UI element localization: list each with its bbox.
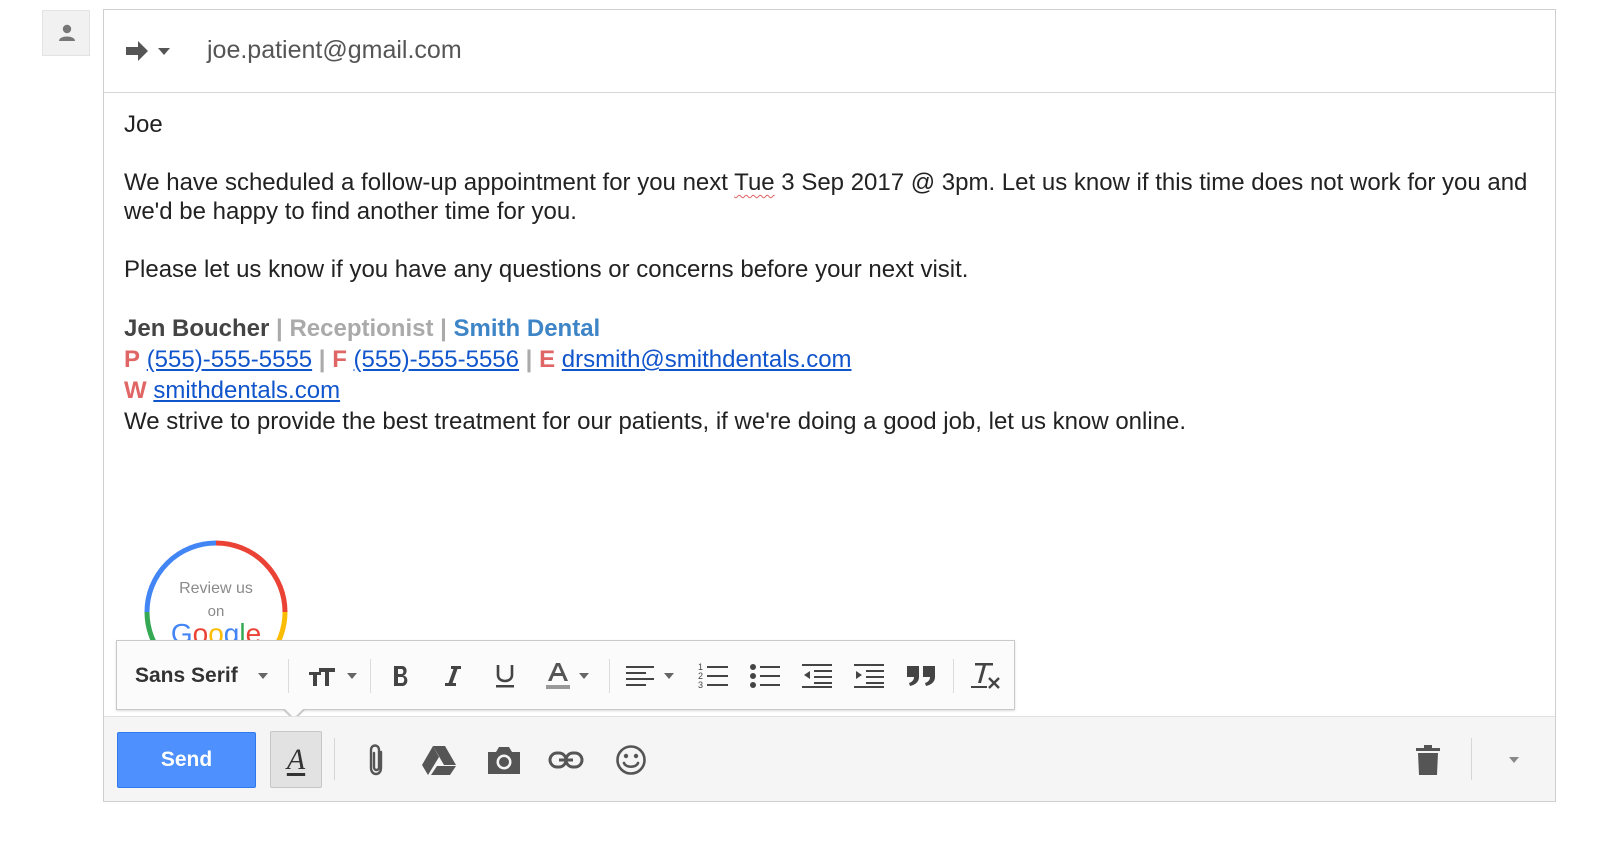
bulleted-list-button[interactable] — [743, 641, 787, 711]
underline-button[interactable] — [485, 641, 525, 711]
email-link[interactable]: drsmith@smithdentals.com — [562, 346, 852, 373]
divider — [370, 659, 371, 693]
text-size-button[interactable] — [297, 641, 367, 711]
numbered-list-button[interactable]: 123 — [691, 641, 735, 711]
text-color-button[interactable] — [537, 641, 597, 711]
chevron-down-icon — [664, 673, 674, 679]
chevron-down-icon — [579, 673, 589, 679]
phone-key: P — [124, 346, 141, 373]
bold-icon — [394, 666, 408, 686]
divider — [288, 659, 289, 693]
divider — [1471, 738, 1472, 780]
spellcheck-flagged-word[interactable]: Tue — [734, 169, 774, 196]
recipient-chip[interactable]: joe.patient@gmail.com — [207, 36, 462, 65]
signature-tagline: We strive to provide the best treatment … — [124, 408, 1187, 435]
person-icon — [59, 24, 75, 41]
bold-button[interactable] — [381, 641, 421, 711]
italic-button[interactable] — [433, 641, 473, 711]
sender-avatar — [42, 10, 90, 56]
indent-more-button[interactable] — [847, 641, 891, 711]
more-options-icon — [1509, 757, 1519, 763]
signature-line-contact: P (555)-555-5555 | F (555)-555-5556 | E … — [124, 344, 1534, 375]
link-icon — [548, 751, 584, 769]
signature-company: Smith Dental — [453, 315, 601, 342]
formatting-icon: A — [286, 742, 306, 776]
reply-type-dropdown[interactable] — [124, 40, 176, 62]
paragraph-1-start: We have scheduled a follow-up appointmen… — [124, 169, 735, 196]
email-key: E — [539, 346, 556, 373]
bulleted-list-icon — [750, 664, 780, 688]
web-key: W — [124, 377, 147, 404]
fax-link[interactable]: (555)-555-5556 — [354, 346, 519, 373]
formatting-options-toggle[interactable]: A — [270, 731, 322, 788]
text-color-icon — [546, 663, 570, 689]
paragraph-2: Please let us know if you have any quest… — [124, 256, 969, 283]
recipient-row: joe.patient@gmail.com — [104, 10, 1555, 93]
more-options-button[interactable] — [1494, 740, 1534, 780]
formatting-toolbar: Sans Serif 123 — [116, 640, 1015, 710]
insert-from-drive-button[interactable] — [419, 740, 459, 780]
indent-less-icon — [802, 664, 832, 688]
greeting: Joe — [124, 111, 163, 138]
divider — [953, 659, 954, 693]
numbered-list-icon: 123 — [698, 662, 728, 690]
badge-line-1: Review us — [179, 580, 253, 597]
signature-separator: | — [312, 346, 333, 373]
paragraph-1: We have scheduled a follow-up appointmen… — [124, 168, 1534, 226]
phone-link[interactable]: (555)-555-5555 — [147, 346, 312, 373]
discard-draft-button[interactable] — [1408, 740, 1448, 780]
align-icon — [626, 666, 654, 686]
insert-emoji-button[interactable] — [611, 740, 651, 780]
indent-less-button[interactable] — [795, 641, 839, 711]
camera-icon — [488, 747, 520, 774]
signature-separator: | — [519, 346, 540, 373]
signature-separator: | — [433, 315, 454, 342]
attach-files-button[interactable] — [356, 740, 396, 780]
send-button[interactable]: Send — [117, 732, 256, 788]
underline-icon — [496, 665, 514, 688]
remove-formatting-icon — [971, 663, 1000, 689]
quote-button[interactable] — [899, 641, 943, 711]
divider — [609, 659, 610, 693]
font-family-value: Sans Serif — [135, 664, 238, 687]
message-body[interactable]: Joe We have scheduled a follow-up appoin… — [124, 110, 1534, 684]
italic-icon — [445, 666, 461, 686]
text-size-icon — [309, 668, 335, 686]
drive-icon — [422, 746, 456, 775]
insert-photo-button[interactable] — [484, 740, 524, 780]
signature-separator: | — [269, 315, 290, 342]
trash-icon — [1416, 745, 1440, 775]
email-signature: Jen Boucher | Receptionist | Smith Denta… — [124, 313, 1534, 437]
svg-text:3: 3 — [698, 680, 703, 690]
attach-icon — [369, 744, 383, 776]
signature-line-web: W smithdentals.com — [124, 375, 1534, 406]
remove-formatting-button[interactable] — [963, 641, 1007, 711]
insert-link-button[interactable] — [546, 740, 586, 780]
chevron-down-icon — [257, 673, 268, 679]
signature-name: Jen Boucher — [124, 315, 270, 342]
chevron-down-icon — [347, 673, 357, 679]
signature-role: Receptionist — [289, 315, 434, 342]
divider — [334, 738, 335, 780]
website-link[interactable]: smithdentals.com — [153, 377, 340, 404]
indent-more-icon — [854, 664, 884, 688]
reply-arrow-icon — [126, 41, 170, 61]
align-button[interactable] — [617, 641, 683, 711]
fax-key: F — [332, 346, 347, 373]
font-family-select[interactable]: Sans Serif — [127, 641, 277, 711]
emoji-icon — [616, 745, 646, 775]
quote-icon — [907, 666, 935, 686]
signature-line-name: Jen Boucher | Receptionist | Smith Denta… — [124, 313, 1534, 344]
